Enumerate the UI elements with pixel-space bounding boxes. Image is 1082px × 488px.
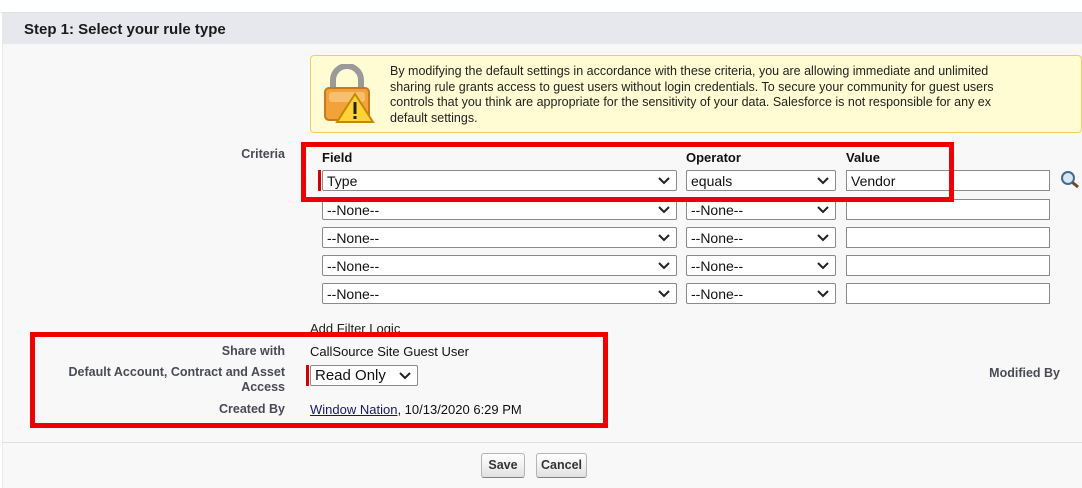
section-title: Step 1: Select your rule type	[24, 21, 226, 38]
chevron-down-icon	[817, 262, 829, 270]
warning-line: default settings.	[390, 110, 478, 125]
criteria-highlight-box	[301, 142, 954, 202]
criteria-field-select[interactable]: --None--	[322, 255, 677, 276]
criteria-value-input[interactable]	[846, 227, 1050, 248]
cancel-button[interactable]: Cancel	[536, 453, 587, 478]
criteria-operator-select[interactable]: --None--	[686, 227, 836, 248]
criteria-field-select[interactable]: --None--	[322, 227, 677, 248]
warning-line: sharing rule grants access to guest user…	[390, 79, 994, 94]
chevron-down-icon	[817, 206, 829, 214]
lookup-icon[interactable]	[1060, 170, 1080, 188]
criteria-field-select[interactable]: --None--	[322, 199, 677, 220]
lock-warning-icon	[324, 64, 375, 123]
chevron-down-icon	[658, 290, 670, 298]
select-value: --None--	[691, 230, 744, 246]
details-highlight-box	[30, 332, 608, 428]
select-value: --None--	[327, 230, 380, 246]
select-value: --None--	[691, 258, 744, 274]
section-header: Step 1: Select your rule type	[2, 12, 1082, 44]
criteria-operator-select[interactable]: --None--	[686, 283, 836, 304]
modified-by-label: Modified By	[989, 366, 1060, 380]
criteria-operator-select[interactable]: --None--	[686, 255, 836, 276]
criteria-value-input[interactable]	[846, 199, 1050, 220]
chevron-down-icon	[658, 262, 670, 270]
warning-text: By modifying the default settings in acc…	[390, 64, 1082, 126]
chevron-down-icon	[658, 234, 670, 242]
criteria-operator-select[interactable]: --None--	[686, 199, 836, 220]
select-value: --None--	[327, 286, 380, 302]
criteria-label: Criteria	[241, 147, 285, 161]
warning-line: By modifying the default settings in acc…	[390, 64, 989, 78]
guest-access-warning: By modifying the default settings in acc…	[310, 55, 1082, 133]
select-value: --None--	[691, 286, 744, 302]
divider	[2, 442, 1082, 443]
chevron-down-icon	[817, 290, 829, 298]
criteria-value-input[interactable]	[846, 255, 1050, 276]
select-value: --None--	[327, 258, 380, 274]
save-button[interactable]: Save	[481, 453, 525, 478]
select-value: --None--	[691, 202, 744, 218]
chevron-down-icon	[658, 206, 670, 214]
chevron-down-icon	[817, 234, 829, 242]
warning-line: controls that you think are appropriate …	[390, 95, 992, 109]
criteria-field-select[interactable]: --None--	[322, 283, 677, 304]
select-value: --None--	[327, 202, 380, 218]
criteria-value-input[interactable]	[846, 283, 1050, 304]
